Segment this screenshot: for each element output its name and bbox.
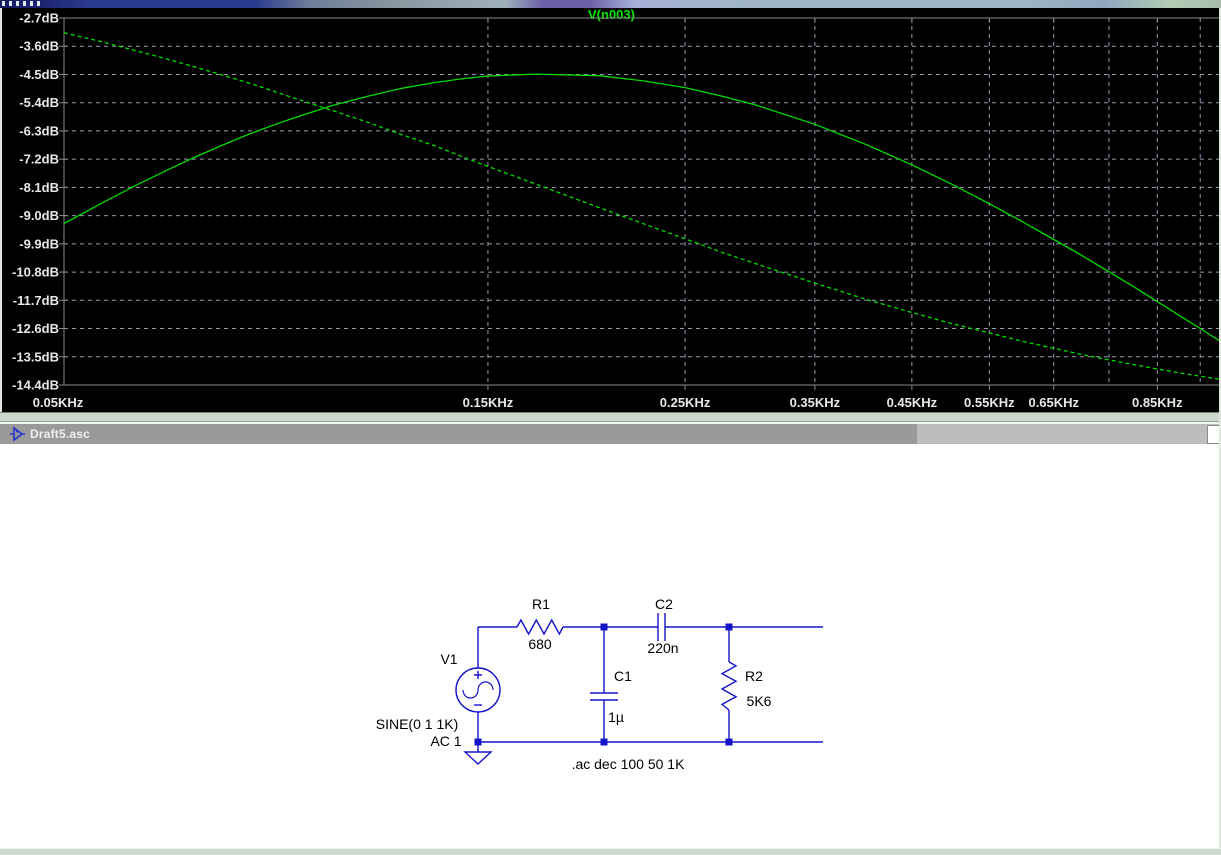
y-axis-label: -2.7dB xyxy=(19,11,59,26)
waveform-plot-canvas[interactable]: -2.7dB -3.6dB -4.5dB -5.4dB -6.3dB -7.2dB -8.1… xyxy=(2,8,1221,412)
ltspice-schematic-icon xyxy=(10,426,25,442)
resistor-r1[interactable] xyxy=(516,618,564,636)
y-axis-label: -11.7dB xyxy=(13,293,59,308)
pane-divider[interactable] xyxy=(0,413,1221,421)
y-axis-label: -9.9dB xyxy=(19,236,59,251)
y-axis-label: -6.3dB xyxy=(19,123,59,138)
schematic-titlebar[interactable]: Draft5.asc xyxy=(0,423,1221,444)
label-c2-name[interactable]: C2 xyxy=(655,596,673,612)
label-v1-ac[interactable]: AC 1 xyxy=(430,733,461,749)
schematic-canvas[interactable] xyxy=(0,444,1221,848)
y-axis-label: -5.4dB xyxy=(19,95,59,110)
label-c1-value[interactable]: 1µ xyxy=(608,709,624,725)
label-spice-directive[interactable]: .ac dec 100 50 1K xyxy=(572,756,685,772)
y-axis-label: -10.8dB xyxy=(12,265,59,280)
y-axis-label: -8.1dB xyxy=(19,180,59,195)
label-c2-value[interactable]: 220n xyxy=(647,640,678,656)
y-axis-label: -4.5dB xyxy=(19,67,59,82)
waveform-pane[interactable]: V(n003) -2.7dB -3.6dB -4.5dB -5.4dB -6.3dB -7… xyxy=(0,8,1221,412)
label-c1-name[interactable]: C1 xyxy=(614,668,632,684)
y-axis-label: -14.4dB xyxy=(12,378,59,393)
label-r2-value[interactable]: 5K6 xyxy=(747,693,772,709)
y-axis-label: -7.2dB xyxy=(19,152,59,167)
x-axis-label: 0.35KHz xyxy=(790,395,841,410)
label-v1-sine[interactable]: SINE(0 1 1K) xyxy=(376,716,458,732)
trace-magnitude-solid[interactable] xyxy=(63,73,1221,342)
voltage-source-v1[interactable] xyxy=(455,627,501,742)
label-r2-name[interactable]: R2 xyxy=(745,668,763,684)
schematic-window-title: Draft5.asc xyxy=(30,427,91,441)
x-axis-label: 0.85KHz xyxy=(1132,395,1183,410)
label-r1-name[interactable]: R1 xyxy=(532,596,550,612)
y-axis-label: -12.6dB xyxy=(12,321,59,336)
drag-handle-dots xyxy=(2,1,42,6)
label-r1-value[interactable]: 680 xyxy=(528,636,551,652)
window-bottom-border xyxy=(0,848,1221,855)
trace-phase-dashed[interactable] xyxy=(63,32,1221,381)
x-axis-label: 0.05KHz xyxy=(33,395,84,410)
y-axis-label: -3.6dB xyxy=(19,39,59,54)
label-v1-name[interactable]: V1 xyxy=(440,651,457,667)
x-axis-label: 0.25KHz xyxy=(660,395,711,410)
resistor-r2[interactable] xyxy=(720,627,738,742)
x-axis-label: 0.15KHz xyxy=(463,395,514,410)
x-axis-label: 0.55KHz xyxy=(964,395,1015,410)
schematic-drawing xyxy=(455,613,823,765)
plot-frame xyxy=(63,17,1221,386)
capacitor-c2[interactable] xyxy=(657,613,666,641)
y-axis-label: -13.5dB xyxy=(12,349,59,364)
x-axis-label: 0.65KHz xyxy=(1028,395,1079,410)
y-axis-label: -9.0dB xyxy=(19,208,59,223)
ltspice-window: { "colors": { "plot_bg": "#000000", "tra… xyxy=(0,0,1221,855)
x-axis-label: 0.45KHz xyxy=(887,395,938,410)
